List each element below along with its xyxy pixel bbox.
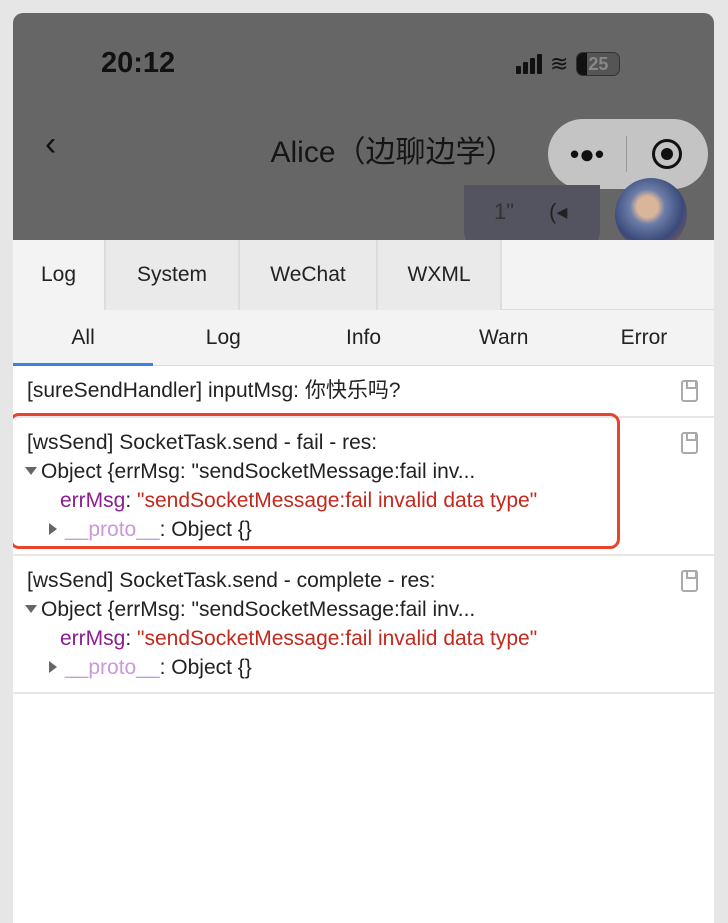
devtools-tabs: Log System WeChat WXML: [13, 240, 714, 310]
colon: :: [125, 627, 132, 650]
proto-key: __proto__: [65, 656, 160, 679]
tab-wechat[interactable]: WeChat: [240, 240, 378, 310]
capsule-menu: •●•: [548, 119, 708, 189]
battery-icon: 25: [576, 52, 621, 76]
more-button[interactable]: •●•: [548, 139, 626, 170]
filter-warn[interactable]: Warn: [434, 310, 574, 365]
close-button[interactable]: [627, 139, 707, 169]
proto-value: : Object {}: [159, 656, 252, 679]
highlight-box: [13, 413, 620, 549]
proto-row[interactable]: __proto__: Object {}: [27, 653, 714, 682]
filter-info[interactable]: Info: [293, 310, 433, 365]
collapsed-triangle-icon[interactable]: [49, 660, 57, 673]
log-entry: [wsSend] SocketTask.send - complete - re…: [13, 556, 714, 694]
status-time: 20:12: [101, 47, 176, 79]
voice-icon: (◂: [549, 199, 568, 224]
status-icons: ≋ 25: [516, 51, 621, 77]
wifi-icon: ≋: [550, 51, 569, 76]
tab-wxml[interactable]: WXML: [378, 240, 502, 310]
filter-log[interactable]: Log: [153, 310, 293, 365]
voice-duration: 1": [494, 199, 515, 224]
filter-error[interactable]: Error: [574, 310, 714, 365]
log-text: [sureSendHandler] inputMsg: 你快乐吗?: [27, 379, 401, 402]
back-icon[interactable]: ‹: [45, 125, 56, 164]
copy-icon[interactable]: [681, 570, 698, 592]
expand-triangle-icon[interactable]: [25, 605, 37, 614]
property-row: errMsg: "sendSocketMessage:fail invalid …: [27, 624, 714, 653]
summary-text: Object {errMsg: "sendSocketMessage:fail …: [41, 598, 476, 621]
signal-icon: [516, 54, 542, 74]
filter-all[interactable]: All: [13, 310, 154, 366]
copy-icon[interactable]: [681, 432, 698, 454]
object-summary[interactable]: Object {errMsg: "sendSocketMessage:fail …: [25, 595, 714, 624]
log-entry: [sureSendHandler] inputMsg: 你快乐吗?: [13, 366, 714, 418]
tab-system[interactable]: System: [106, 240, 240, 310]
property-value: "sendSocketMessage:fail invalid data typ…: [137, 627, 538, 650]
log-text: [wsSend] SocketTask.send - complete - re…: [27, 569, 436, 592]
log-filters: All Log Info Warn Error: [13, 310, 714, 366]
phone-simulator: 20:12 ≋ 25 ‹ Alice（边聊边学） •●• 1" (◂ Log Sy…: [13, 13, 714, 923]
copy-icon[interactable]: [681, 380, 698, 402]
log-entry: [wsSend] SocketTask.send - fail - res: O…: [13, 413, 714, 556]
property-key: errMsg: [60, 627, 126, 650]
tab-log[interactable]: Log: [13, 240, 106, 310]
record-icon: [652, 139, 682, 169]
header-overlay: 20:12 ≋ 25 ‹ Alice（边聊边学） •●• 1" (◂: [13, 13, 714, 250]
